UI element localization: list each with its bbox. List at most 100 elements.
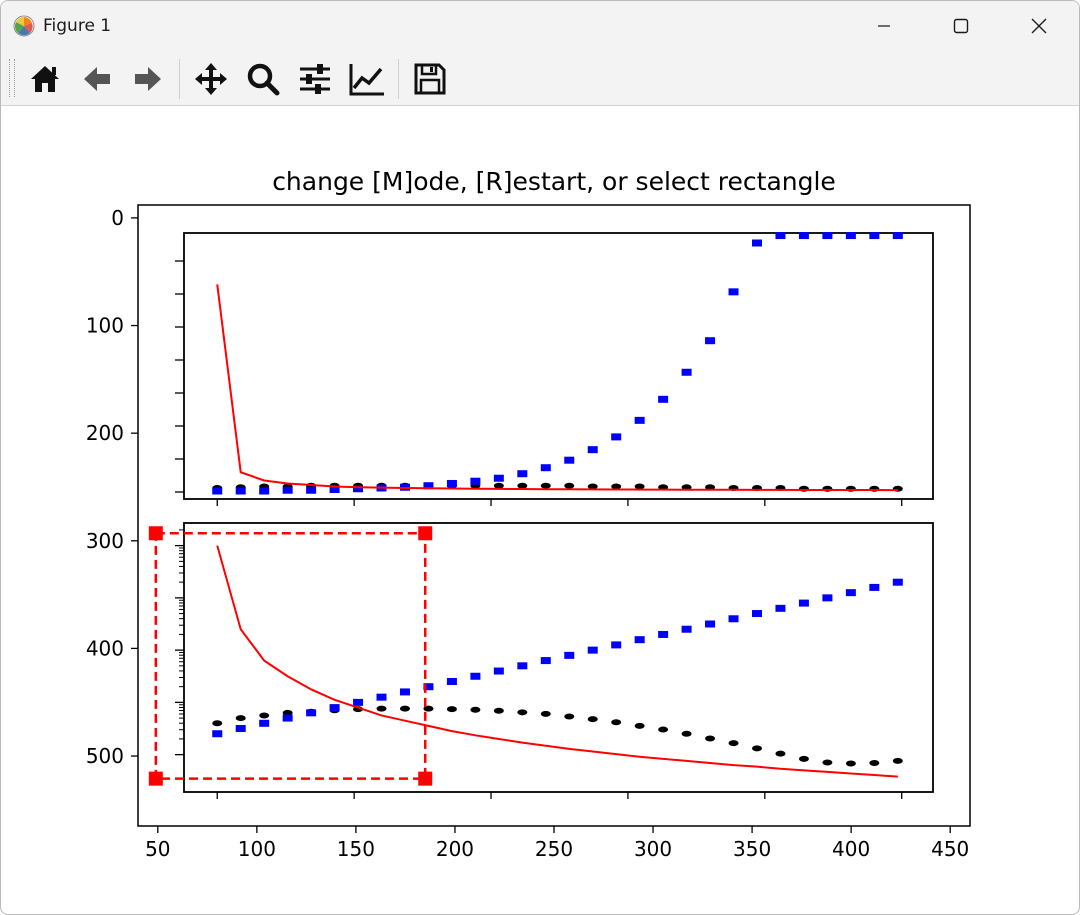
title-bar: Figure 1 <box>1 1 1079 51</box>
inset-bottom-series-point <box>869 583 880 591</box>
configure-subplots-button[interactable] <box>295 59 335 99</box>
inset-bottom-series-point <box>329 704 340 712</box>
figure-canvas[interactable]: change [M]ode, [R]estart, or select rect… <box>1 106 1079 914</box>
x-tick-label: 450 <box>931 837 969 861</box>
floppy-disk-icon <box>414 63 446 95</box>
inset-bottom-series-point <box>259 719 270 727</box>
y-tick-label: 100 <box>86 314 124 338</box>
inset-bottom-series-point <box>587 716 598 723</box>
inset-top-series-point <box>845 232 856 240</box>
close-button[interactable] <box>1004 1 1074 51</box>
arrow-left-icon <box>84 67 110 91</box>
inset-bottom-frame <box>183 522 934 793</box>
selector-handle[interactable] <box>418 771 433 786</box>
inset-bottom-series-point <box>235 715 246 722</box>
inset-top-series-point <box>540 464 551 472</box>
inset-top-series-point <box>493 482 504 489</box>
inset-bottom-series-point <box>634 722 645 729</box>
inset-bottom-series-point <box>259 712 270 719</box>
inset-bottom-series-point <box>798 755 809 762</box>
inset-bottom-series-point <box>399 705 410 712</box>
x-tick-label: 350 <box>733 837 771 861</box>
inset-top-series-point <box>587 446 598 454</box>
inset-bottom-series-point <box>705 620 716 628</box>
inset-bottom-series-point <box>446 706 457 713</box>
selector-handle[interactable] <box>148 526 163 541</box>
magnifier-icon <box>247 63 280 96</box>
toolbar-separator <box>179 59 180 99</box>
inset-top-series-point <box>470 477 481 485</box>
inset-top-frame <box>183 232 934 500</box>
inset-bottom-series-point <box>681 625 692 633</box>
inset-top-axes[interactable] <box>175 232 934 506</box>
inset-bottom-series-point <box>306 709 317 717</box>
inset-bottom-series-point <box>822 759 833 766</box>
inset-bottom-series-point <box>564 713 575 720</box>
home-icon <box>31 66 59 92</box>
inset-top-series-point <box>798 232 809 240</box>
home-button[interactable] <box>25 59 65 99</box>
inset-bottom-series-point <box>540 710 551 717</box>
inset-top-series-point <box>822 232 833 240</box>
back-button[interactable] <box>77 59 117 99</box>
x-tick-label: 400 <box>832 837 870 861</box>
inset-bottom-series-point <box>658 726 669 733</box>
move-icon <box>195 63 227 95</box>
inset-bottom-series-point <box>611 719 622 726</box>
inset-top-series-point <box>705 337 716 345</box>
inset-top-series-point <box>681 368 692 376</box>
inset-top-series-point <box>728 288 739 296</box>
x-tick-label: 250 <box>535 837 573 861</box>
maximize-button[interactable] <box>926 1 996 51</box>
inset-bottom-series-point <box>775 604 786 612</box>
inset-top-series-point <box>212 487 223 495</box>
inset-top-series-point <box>564 456 575 464</box>
forward-button[interactable] <box>128 59 168 99</box>
edit-axes-button[interactable] <box>347 59 387 99</box>
x-tick-label: 50 <box>145 837 170 861</box>
inset-bottom-series-point <box>493 667 504 675</box>
sliders-icon <box>300 64 330 94</box>
inset-bottom-series-point <box>540 657 551 665</box>
inset-bottom-series-point <box>212 720 223 727</box>
inset-top-series-point <box>306 486 317 494</box>
inset-top-series-point <box>892 232 903 240</box>
selector-handle[interactable] <box>418 526 433 541</box>
figure-window: Figure 1 change [M]ode, [R]estart, or se… <box>0 0 1080 915</box>
inset-bottom-axes[interactable] <box>175 522 934 799</box>
pan-button[interactable] <box>191 59 231 99</box>
figure-title: change [M]ode, [R]estart, or select rect… <box>272 167 836 196</box>
minimize-icon <box>878 25 890 27</box>
inset-bottom-series-point <box>517 662 528 670</box>
inset-bottom-series-point <box>845 589 856 597</box>
x-tick-label: 100 <box>238 837 276 861</box>
save-button[interactable] <box>410 59 450 99</box>
inset-top-series-point <box>517 470 528 478</box>
x-tick-label: 200 <box>436 837 474 861</box>
inset-bottom-series-point <box>892 578 903 586</box>
inset-bottom-series-point <box>822 594 833 602</box>
inset-bottom-series-point <box>728 615 739 623</box>
inset-bottom-series-point <box>775 750 786 757</box>
inset-top-series-point <box>282 486 293 494</box>
maximize-icon <box>953 18 969 34</box>
navigation-toolbar <box>1 51 1079 106</box>
toolbar-grip[interactable] <box>9 59 15 97</box>
inset-bottom-series-point <box>376 693 387 701</box>
arrow-right-icon <box>135 67 161 91</box>
inset-top-series-point <box>564 482 575 489</box>
minimize-button[interactable] <box>849 1 919 51</box>
matplotlib-logo-icon <box>13 15 35 37</box>
selector-handle[interactable] <box>148 771 163 786</box>
inset-top-series-point <box>775 232 786 240</box>
inset-bottom-series-point <box>634 636 645 644</box>
inset-bottom-series-point <box>705 735 716 742</box>
window-title: Figure 1 <box>43 16 112 36</box>
inset-bottom-series-point <box>353 698 364 706</box>
inset-top-series-point <box>446 479 457 487</box>
y-tick-label: 500 <box>86 744 124 768</box>
inset-top-series-point <box>259 487 270 495</box>
zoom-button[interactable] <box>243 59 283 99</box>
y-tick-label: 400 <box>86 636 124 660</box>
inset-bottom-series-point <box>446 677 457 685</box>
